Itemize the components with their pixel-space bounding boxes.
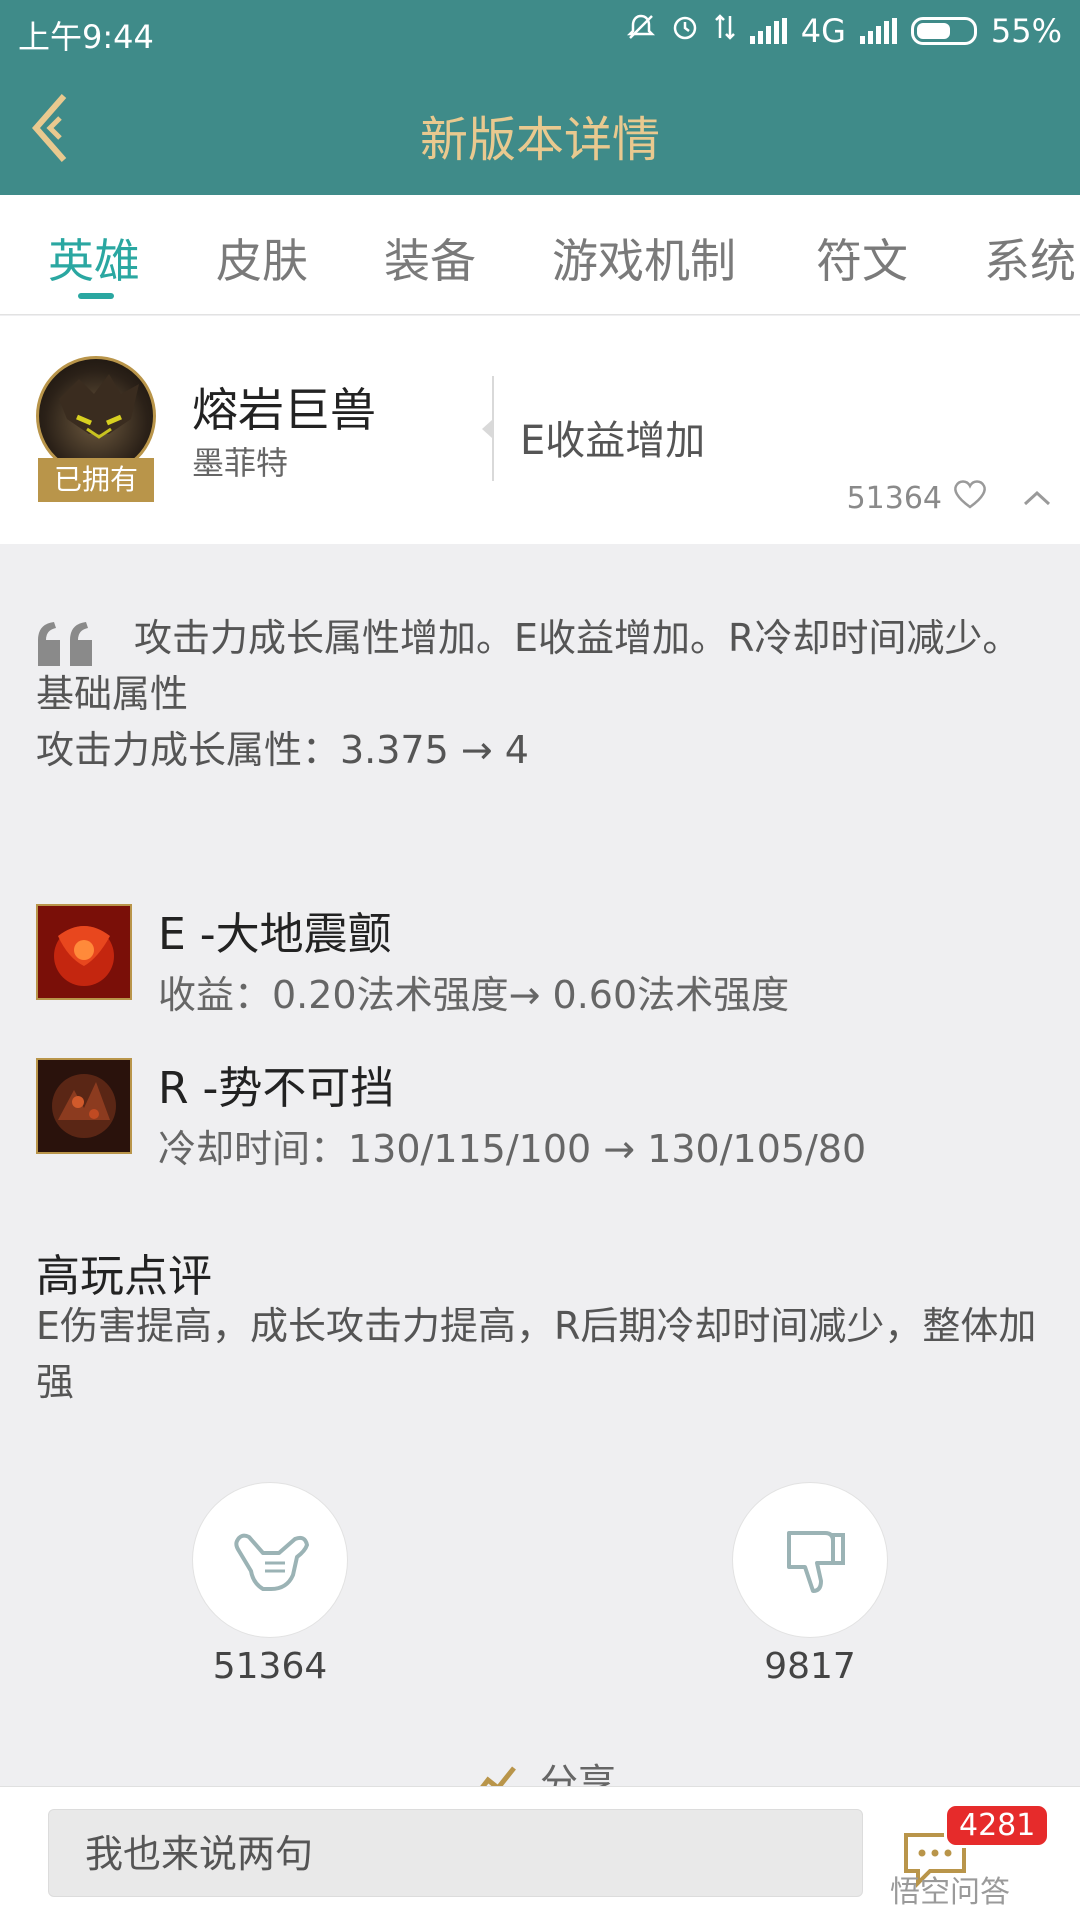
shaka-hand-icon xyxy=(234,1533,309,1591)
hero-card[interactable]: 已拥有 熔岩巨兽 墨菲特 E收益增加 51364 xyxy=(0,316,1080,544)
update-details: 攻击力成长属性增加。E收益增加。R冷却时间减少。 基础属性 攻击力成长属性：3.… xyxy=(36,610,1046,778)
status-icons: 4G 55% xyxy=(626,12,1062,50)
skill-e-icon xyxy=(36,904,132,1000)
tab-system[interactable]: 系统 xyxy=(984,225,1076,291)
tab-active-indicator xyxy=(78,293,114,299)
battery-icon xyxy=(910,17,977,45)
page-title: 新版本详情 xyxy=(419,112,660,168)
review-text: E伤害提高，成长攻击力提高，R后期冷却时间减少，整体加强 xyxy=(36,1304,1037,1404)
owned-badge: 已拥有 xyxy=(38,458,154,502)
status-time: 上午9:44 xyxy=(18,18,154,56)
quote-icon xyxy=(38,622,92,666)
divider-arrow xyxy=(482,420,492,438)
likes-row: 51364 xyxy=(847,478,1052,518)
hero-subname: 墨菲特 xyxy=(192,444,289,482)
skill-e-desc: 收益：0.20法术强度→ 0.60法术强度 xyxy=(158,973,790,1017)
tab-skins[interactable]: 皮肤 xyxy=(216,225,308,291)
watermark: 悟空问答 xyxy=(890,1875,1010,1910)
skill-r-icon xyxy=(36,1058,132,1154)
battery-percent: 55% xyxy=(990,12,1062,50)
stat-change: 攻击力成长属性：3.375 → 4 xyxy=(36,728,529,772)
tab-mechanics[interactable]: 游戏机制 xyxy=(552,225,736,291)
hero-summary: E收益增加 xyxy=(520,418,706,464)
skill-r: R -势不可挡 冷却时间：130/115/100 → 130/105/80 xyxy=(36,1058,1046,1171)
divider xyxy=(492,376,494,481)
downvote-count: 9817 xyxy=(764,1646,856,1687)
upvote-button[interactable] xyxy=(192,1482,348,1638)
mute-icon xyxy=(626,12,656,50)
signal-icon xyxy=(749,18,787,44)
downvote-button[interactable] xyxy=(732,1482,888,1638)
hero-name: 熔岩巨兽 xyxy=(192,383,376,437)
review-title: 高玩点评 xyxy=(36,1251,212,1302)
status-bar: 上午9:44 4G 55% xyxy=(0,0,1080,60)
chevron-up-icon[interactable] xyxy=(1022,481,1052,516)
skill-r-title: R -势不可挡 xyxy=(158,1063,395,1114)
skill-e-title: E -大地震颤 xyxy=(158,909,392,960)
skill-r-desc: 冷却时间：130/115/100 → 130/105/80 xyxy=(158,1127,867,1171)
alarm-icon xyxy=(670,12,700,50)
section-label: 基础属性 xyxy=(36,672,189,716)
network-type: 4G xyxy=(800,12,846,50)
tab-items[interactable]: 装备 xyxy=(384,225,476,291)
tab-runes[interactable]: 符文 xyxy=(816,225,908,291)
upvote-count: 51364 xyxy=(212,1646,328,1687)
thumbs-down-icon xyxy=(787,1531,845,1593)
comment-input[interactable]: 我也来说两句 xyxy=(48,1809,863,1897)
data-transfer-icon xyxy=(714,12,736,50)
skill-e: E -大地震颤 收益：0.20法术强度→ 0.60法术强度 xyxy=(36,904,1046,1017)
title-bar: 新版本详情 xyxy=(0,60,1080,195)
tab-bar: 英雄 皮肤 装备 游戏机制 符文 系统 xyxy=(0,195,1080,315)
comment-count-badge: 4281 xyxy=(944,1803,1051,1848)
likes-count: 51364 xyxy=(846,480,942,516)
comment-bar: 我也来说两句 4281 悟空问答 xyxy=(0,1786,1080,1920)
signal-icon-2 xyxy=(859,18,897,44)
update-description: 攻击力成长属性增加。E收益增加。R冷却时间减少。 xyxy=(134,616,1021,660)
heart-icon[interactable] xyxy=(952,478,988,518)
tab-hero[interactable]: 英雄 xyxy=(48,225,140,291)
